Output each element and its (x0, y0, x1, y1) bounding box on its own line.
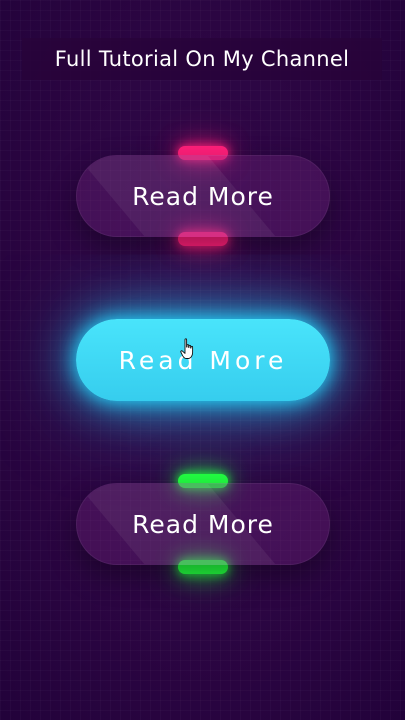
banner-title: Full Tutorial On My Channel (54, 47, 350, 71)
button-label: Read More (118, 345, 288, 375)
title-banner: Full Tutorial On My Channel (22, 38, 382, 80)
hand-pointer-icon (180, 338, 196, 360)
button-label: Read More (132, 181, 274, 211)
read-more-button-green[interactable]: Read More (76, 474, 330, 574)
read-more-button-cyan[interactable]: Read More (76, 319, 330, 401)
button-label: Read More (132, 509, 274, 539)
glowing-pill[interactable]: Read More (76, 319, 330, 401)
glass-pill[interactable]: Read More (76, 483, 330, 565)
glass-pill[interactable]: Read More (76, 155, 330, 237)
read-more-button-pink[interactable]: Read More (76, 146, 330, 246)
